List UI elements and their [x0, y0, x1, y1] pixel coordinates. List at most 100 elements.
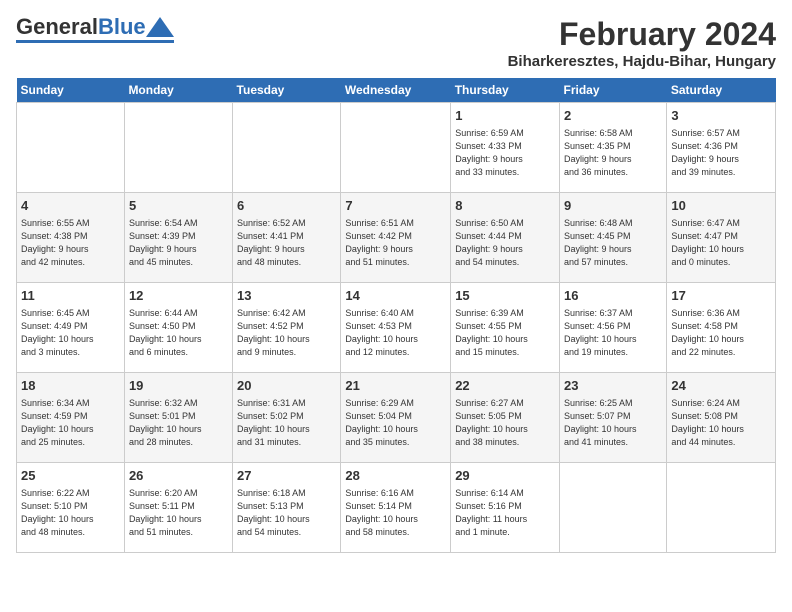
day-info: Sunrise: 6:45 AM Sunset: 4:49 PM Dayligh… [21, 307, 120, 359]
column-header-friday: Friday [560, 78, 667, 103]
calendar-cell: 23 Sunrise: 6:25 AM Sunset: 5:07 PM Dayli… [560, 373, 667, 463]
day-info: Sunrise: 6:54 AM Sunset: 4:39 PM Dayligh… [129, 217, 228, 269]
calendar-week-row: 11 Sunrise: 6:45 AM Sunset: 4:49 PM Dayli… [17, 283, 776, 373]
calendar-cell: 19 Sunrise: 6:32 AM Sunset: 5:01 PM Dayli… [124, 373, 232, 463]
calendar-cell [341, 103, 451, 193]
day-number: 18 [21, 377, 120, 395]
calendar-cell [17, 103, 125, 193]
day-info: Sunrise: 6:37 AM Sunset: 4:56 PM Dayligh… [564, 307, 662, 359]
calendar-cell: 16 Sunrise: 6:37 AM Sunset: 4:56 PM Dayli… [560, 283, 667, 373]
calendar-cell [667, 463, 776, 553]
calendar-cell: 2 Sunrise: 6:58 AM Sunset: 4:35 PM Daylig… [560, 103, 667, 193]
day-info: Sunrise: 6:29 AM Sunset: 5:04 PM Dayligh… [345, 397, 446, 449]
logo-general: General [16, 14, 98, 39]
location-title: Biharkeresztes, Hajdu-Bihar, Hungary [508, 53, 776, 70]
calendar-cell: 6Sunrise: 6:52 AM Sunset: 4:41 PM Daylig… [233, 193, 341, 283]
day-info: Sunrise: 6:39 AM Sunset: 4:55 PM Dayligh… [455, 307, 555, 359]
day-number: 15 [455, 287, 555, 305]
calendar-cell: 12 Sunrise: 6:44 AM Sunset: 4:50 PM Dayli… [124, 283, 232, 373]
logo-icon [146, 17, 174, 37]
calendar-cell: 1 Sunrise: 6:59 AM Sunset: 4:33 PM Daylig… [451, 103, 560, 193]
calendar-cell: 13 Sunrise: 6:42 AM Sunset: 4:52 PM Dayli… [233, 283, 341, 373]
calendar-cell: 28 Sunrise: 6:16 AM Sunset: 5:14 PM Dayli… [341, 463, 451, 553]
column-header-sunday: Sunday [17, 78, 125, 103]
day-info: Sunrise: 6:59 AM Sunset: 4:33 PM Dayligh… [455, 127, 555, 179]
day-info: Sunrise: 6:57 AM Sunset: 4:36 PM Dayligh… [671, 127, 771, 179]
calendar-cell [233, 103, 341, 193]
day-info: Sunrise: 6:55 AM Sunset: 4:38 PM Dayligh… [21, 217, 120, 269]
day-info: Sunrise: 6:50 AM Sunset: 4:44 PM Dayligh… [455, 217, 555, 269]
calendar-cell: 15 Sunrise: 6:39 AM Sunset: 4:55 PM Dayli… [451, 283, 560, 373]
calendar-cell [560, 463, 667, 553]
calendar-cell: 21 Sunrise: 6:29 AM Sunset: 5:04 PM Dayli… [341, 373, 451, 463]
day-number: 20 [237, 377, 336, 395]
calendar-cell: 18 Sunrise: 6:34 AM Sunset: 4:59 PM Dayli… [17, 373, 125, 463]
calendar-cell: 24Sunrise: 6:24 AM Sunset: 5:08 PM Dayli… [667, 373, 776, 463]
day-number: 13 [237, 287, 336, 305]
column-header-tuesday: Tuesday [233, 78, 341, 103]
day-number: 14 [345, 287, 446, 305]
day-number: 17 [671, 287, 771, 305]
day-info: Sunrise: 6:51 AM Sunset: 4:42 PM Dayligh… [345, 217, 446, 269]
day-info: Sunrise: 6:47 AM Sunset: 4:47 PM Dayligh… [671, 217, 771, 269]
day-number: 28 [345, 467, 446, 485]
calendar-cell: 26Sunrise: 6:20 AM Sunset: 5:11 PM Dayli… [124, 463, 232, 553]
calendar-cell: 22 Sunrise: 6:27 AM Sunset: 5:05 PM Dayli… [451, 373, 560, 463]
calendar-cell: 25 Sunrise: 6:22 AM Sunset: 5:10 PM Dayli… [17, 463, 125, 553]
calendar-cell: 4 Sunrise: 6:55 AM Sunset: 4:38 PM Daylig… [17, 193, 125, 283]
day-number: 7 [345, 197, 446, 215]
column-header-wednesday: Wednesday [341, 78, 451, 103]
calendar-cell: 17 Sunrise: 6:36 AM Sunset: 4:58 PM Dayli… [667, 283, 776, 373]
day-number: 8 [455, 197, 555, 215]
day-number: 16 [564, 287, 662, 305]
calendar-header-row: SundayMondayTuesdayWednesdayThursdayFrid… [17, 78, 776, 103]
day-number: 23 [564, 377, 662, 395]
day-number: 21 [345, 377, 446, 395]
day-info: Sunrise: 6:25 AM Sunset: 5:07 PM Dayligh… [564, 397, 662, 449]
day-info: Sunrise: 6:34 AM Sunset: 4:59 PM Dayligh… [21, 397, 120, 449]
day-info: Sunrise: 6:42 AM Sunset: 4:52 PM Dayligh… [237, 307, 336, 359]
day-number: 4 [21, 197, 120, 215]
day-number: 6 [237, 197, 336, 215]
day-number: 29 [455, 467, 555, 485]
day-info: Sunrise: 6:48 AM Sunset: 4:45 PM Dayligh… [564, 217, 662, 269]
day-info: Sunrise: 6:44 AM Sunset: 4:50 PM Dayligh… [129, 307, 228, 359]
calendar-week-row: 4 Sunrise: 6:55 AM Sunset: 4:38 PM Daylig… [17, 193, 776, 283]
day-number: 19 [129, 377, 228, 395]
day-info: Sunrise: 6:27 AM Sunset: 5:05 PM Dayligh… [455, 397, 555, 449]
day-info: Sunrise: 6:36 AM Sunset: 4:58 PM Dayligh… [671, 307, 771, 359]
day-info: Sunrise: 6:31 AM Sunset: 5:02 PM Dayligh… [237, 397, 336, 449]
day-info: Sunrise: 6:58 AM Sunset: 4:35 PM Dayligh… [564, 127, 662, 179]
day-info: Sunrise: 6:14 AM Sunset: 5:16 PM Dayligh… [455, 487, 555, 539]
column-header-thursday: Thursday [451, 78, 560, 103]
page-header: GeneralBlue February 2024 Biharkeresztes… [16, 16, 776, 70]
calendar-cell: 10Sunrise: 6:47 AM Sunset: 4:47 PM Dayli… [667, 193, 776, 283]
column-header-monday: Monday [124, 78, 232, 103]
day-info: Sunrise: 6:16 AM Sunset: 5:14 PM Dayligh… [345, 487, 446, 539]
calendar-cell: 5 Sunrise: 6:54 AM Sunset: 4:39 PM Daylig… [124, 193, 232, 283]
day-info: Sunrise: 6:40 AM Sunset: 4:53 PM Dayligh… [345, 307, 446, 359]
day-number: 25 [21, 467, 120, 485]
calendar-cell: 29 Sunrise: 6:14 AM Sunset: 5:16 PM Dayli… [451, 463, 560, 553]
calendar-cell: 8 Sunrise: 6:50 AM Sunset: 4:44 PM Daylig… [451, 193, 560, 283]
day-number: 5 [129, 197, 228, 215]
day-number: 11 [21, 287, 120, 305]
month-title: February 2024 [508, 16, 776, 53]
calendar-week-row: 1 Sunrise: 6:59 AM Sunset: 4:33 PM Daylig… [17, 103, 776, 193]
calendar-week-row: 18 Sunrise: 6:34 AM Sunset: 4:59 PM Dayli… [17, 373, 776, 463]
day-info: Sunrise: 6:18 AM Sunset: 5:13 PM Dayligh… [237, 487, 336, 539]
calendar-cell: 11 Sunrise: 6:45 AM Sunset: 4:49 PM Dayli… [17, 283, 125, 373]
day-number: 9 [564, 197, 662, 215]
calendar-cell [124, 103, 232, 193]
day-number: 2 [564, 107, 662, 125]
logo-blue: Blue [98, 14, 146, 39]
day-number: 22 [455, 377, 555, 395]
day-info: Sunrise: 6:24 AM Sunset: 5:08 PM Dayligh… [671, 397, 771, 449]
title-area: February 2024 Biharkeresztes, Hajdu-Biha… [508, 16, 776, 70]
logo-text: GeneralBlue [16, 16, 146, 38]
calendar-cell: 7 Sunrise: 6:51 AM Sunset: 4:42 PM Daylig… [341, 193, 451, 283]
day-number: 12 [129, 287, 228, 305]
day-info: Sunrise: 6:32 AM Sunset: 5:01 PM Dayligh… [129, 397, 228, 449]
day-info: Sunrise: 6:22 AM Sunset: 5:10 PM Dayligh… [21, 487, 120, 539]
day-number: 1 [455, 107, 555, 125]
